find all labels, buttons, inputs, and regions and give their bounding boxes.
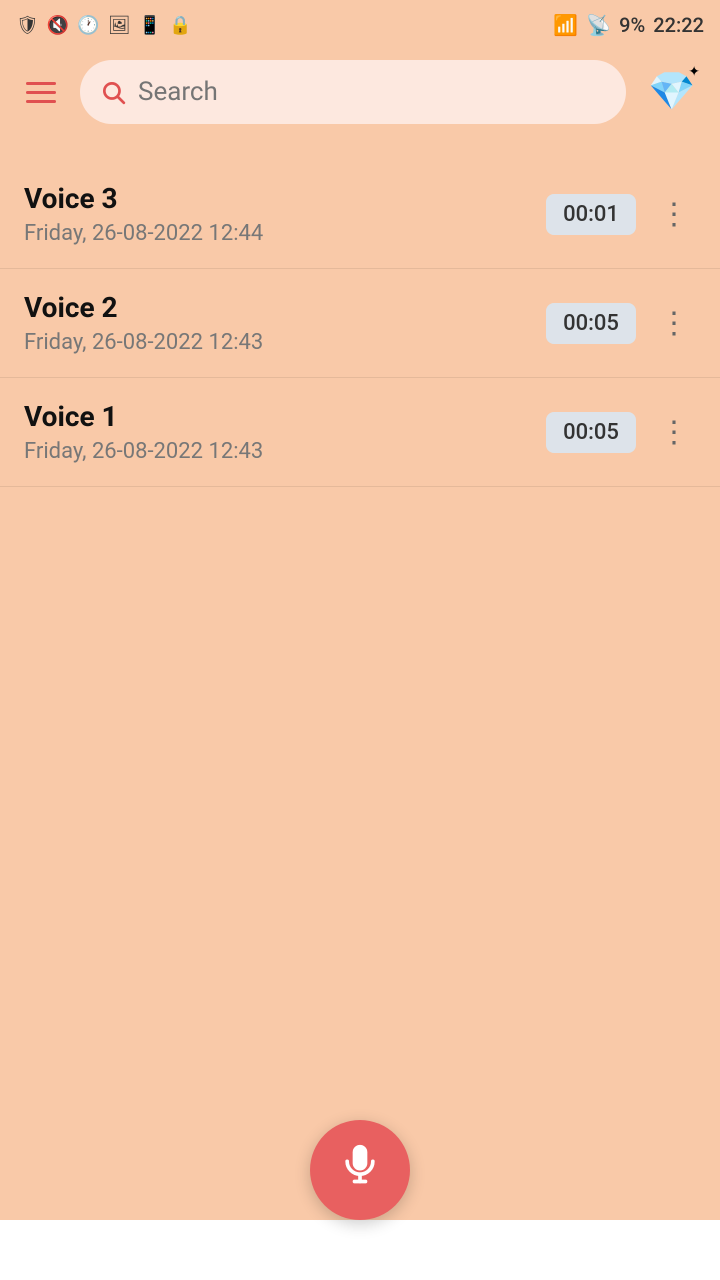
sparkle-icon: ✦ bbox=[688, 64, 700, 80]
battery-text: 9% bbox=[619, 13, 645, 37]
premium-button[interactable]: 💎 ✦ bbox=[640, 60, 704, 124]
record-button-container bbox=[310, 1120, 410, 1220]
search-input[interactable] bbox=[138, 77, 606, 107]
shield-icon: 🛡 bbox=[16, 15, 39, 36]
voice-date: Friday, 26-08-2022 12:43 bbox=[24, 439, 546, 464]
signal-icon: 📡 bbox=[586, 13, 611, 37]
status-bar: 🛡 🔇 🕐 🖼 📱 🔒 📶 📡 9% 22:22 bbox=[0, 0, 720, 50]
vertical-dots-icon bbox=[659, 306, 689, 341]
voice-name: Voice 1 bbox=[24, 400, 546, 433]
voice-list: Voice 3 Friday, 26-08-2022 12:44 00:01 V… bbox=[0, 140, 720, 487]
list-item: Voice 1 Friday, 26-08-2022 12:43 00:05 bbox=[0, 378, 720, 487]
voice-date: Friday, 26-08-2022 12:44 bbox=[24, 221, 546, 246]
voice-name: Voice 2 bbox=[24, 291, 546, 324]
voice-info: Voice 2 Friday, 26-08-2022 12:43 bbox=[24, 291, 546, 355]
duration-badge: 00:01 bbox=[546, 194, 636, 235]
top-bar: 💎 ✦ bbox=[0, 50, 720, 140]
more-options-button[interactable] bbox=[652, 410, 696, 454]
duration-badge: 00:05 bbox=[546, 412, 636, 453]
record-button[interactable] bbox=[310, 1120, 410, 1220]
voice-info: Voice 3 Friday, 26-08-2022 12:44 bbox=[24, 182, 546, 246]
image-icon: 🖼 bbox=[108, 15, 131, 36]
voice-controls: 00:05 bbox=[546, 410, 696, 454]
menu-button[interactable] bbox=[16, 67, 66, 117]
voice-controls: 00:01 bbox=[546, 192, 696, 236]
voice-info: Voice 1 Friday, 26-08-2022 12:43 bbox=[24, 400, 546, 464]
more-options-button[interactable] bbox=[652, 301, 696, 345]
lock-icon: 🔒 bbox=[169, 15, 191, 36]
screen-icon: 📱 bbox=[139, 15, 161, 36]
wifi-icon: 📶 bbox=[553, 13, 578, 37]
voice-date: Friday, 26-08-2022 12:43 bbox=[24, 330, 546, 355]
list-item: Voice 2 Friday, 26-08-2022 12:43 00:05 bbox=[0, 269, 720, 378]
hamburger-icon bbox=[26, 82, 56, 103]
microphone-icon bbox=[338, 1143, 382, 1198]
list-item: Voice 3 Friday, 26-08-2022 12:44 00:01 bbox=[0, 160, 720, 269]
clock-icon: 🕐 bbox=[77, 15, 99, 36]
time-display: 22:22 bbox=[653, 13, 704, 37]
status-icons-left: 🛡 🔇 🕐 🖼 📱 🔒 bbox=[16, 15, 191, 36]
search-bar[interactable] bbox=[80, 60, 626, 124]
vertical-dots-icon bbox=[659, 415, 689, 450]
search-icon bbox=[100, 79, 126, 105]
status-icons-right: 📶 📡 9% 22:22 bbox=[553, 13, 704, 37]
duration-badge: 00:05 bbox=[546, 303, 636, 344]
voice-name: Voice 3 bbox=[24, 182, 546, 215]
more-options-button[interactable] bbox=[652, 192, 696, 236]
no-disturb-icon: 🔇 bbox=[47, 15, 69, 36]
bottom-nav bbox=[0, 1220, 720, 1280]
voice-controls: 00:05 bbox=[546, 301, 696, 345]
vertical-dots-icon bbox=[659, 197, 689, 232]
